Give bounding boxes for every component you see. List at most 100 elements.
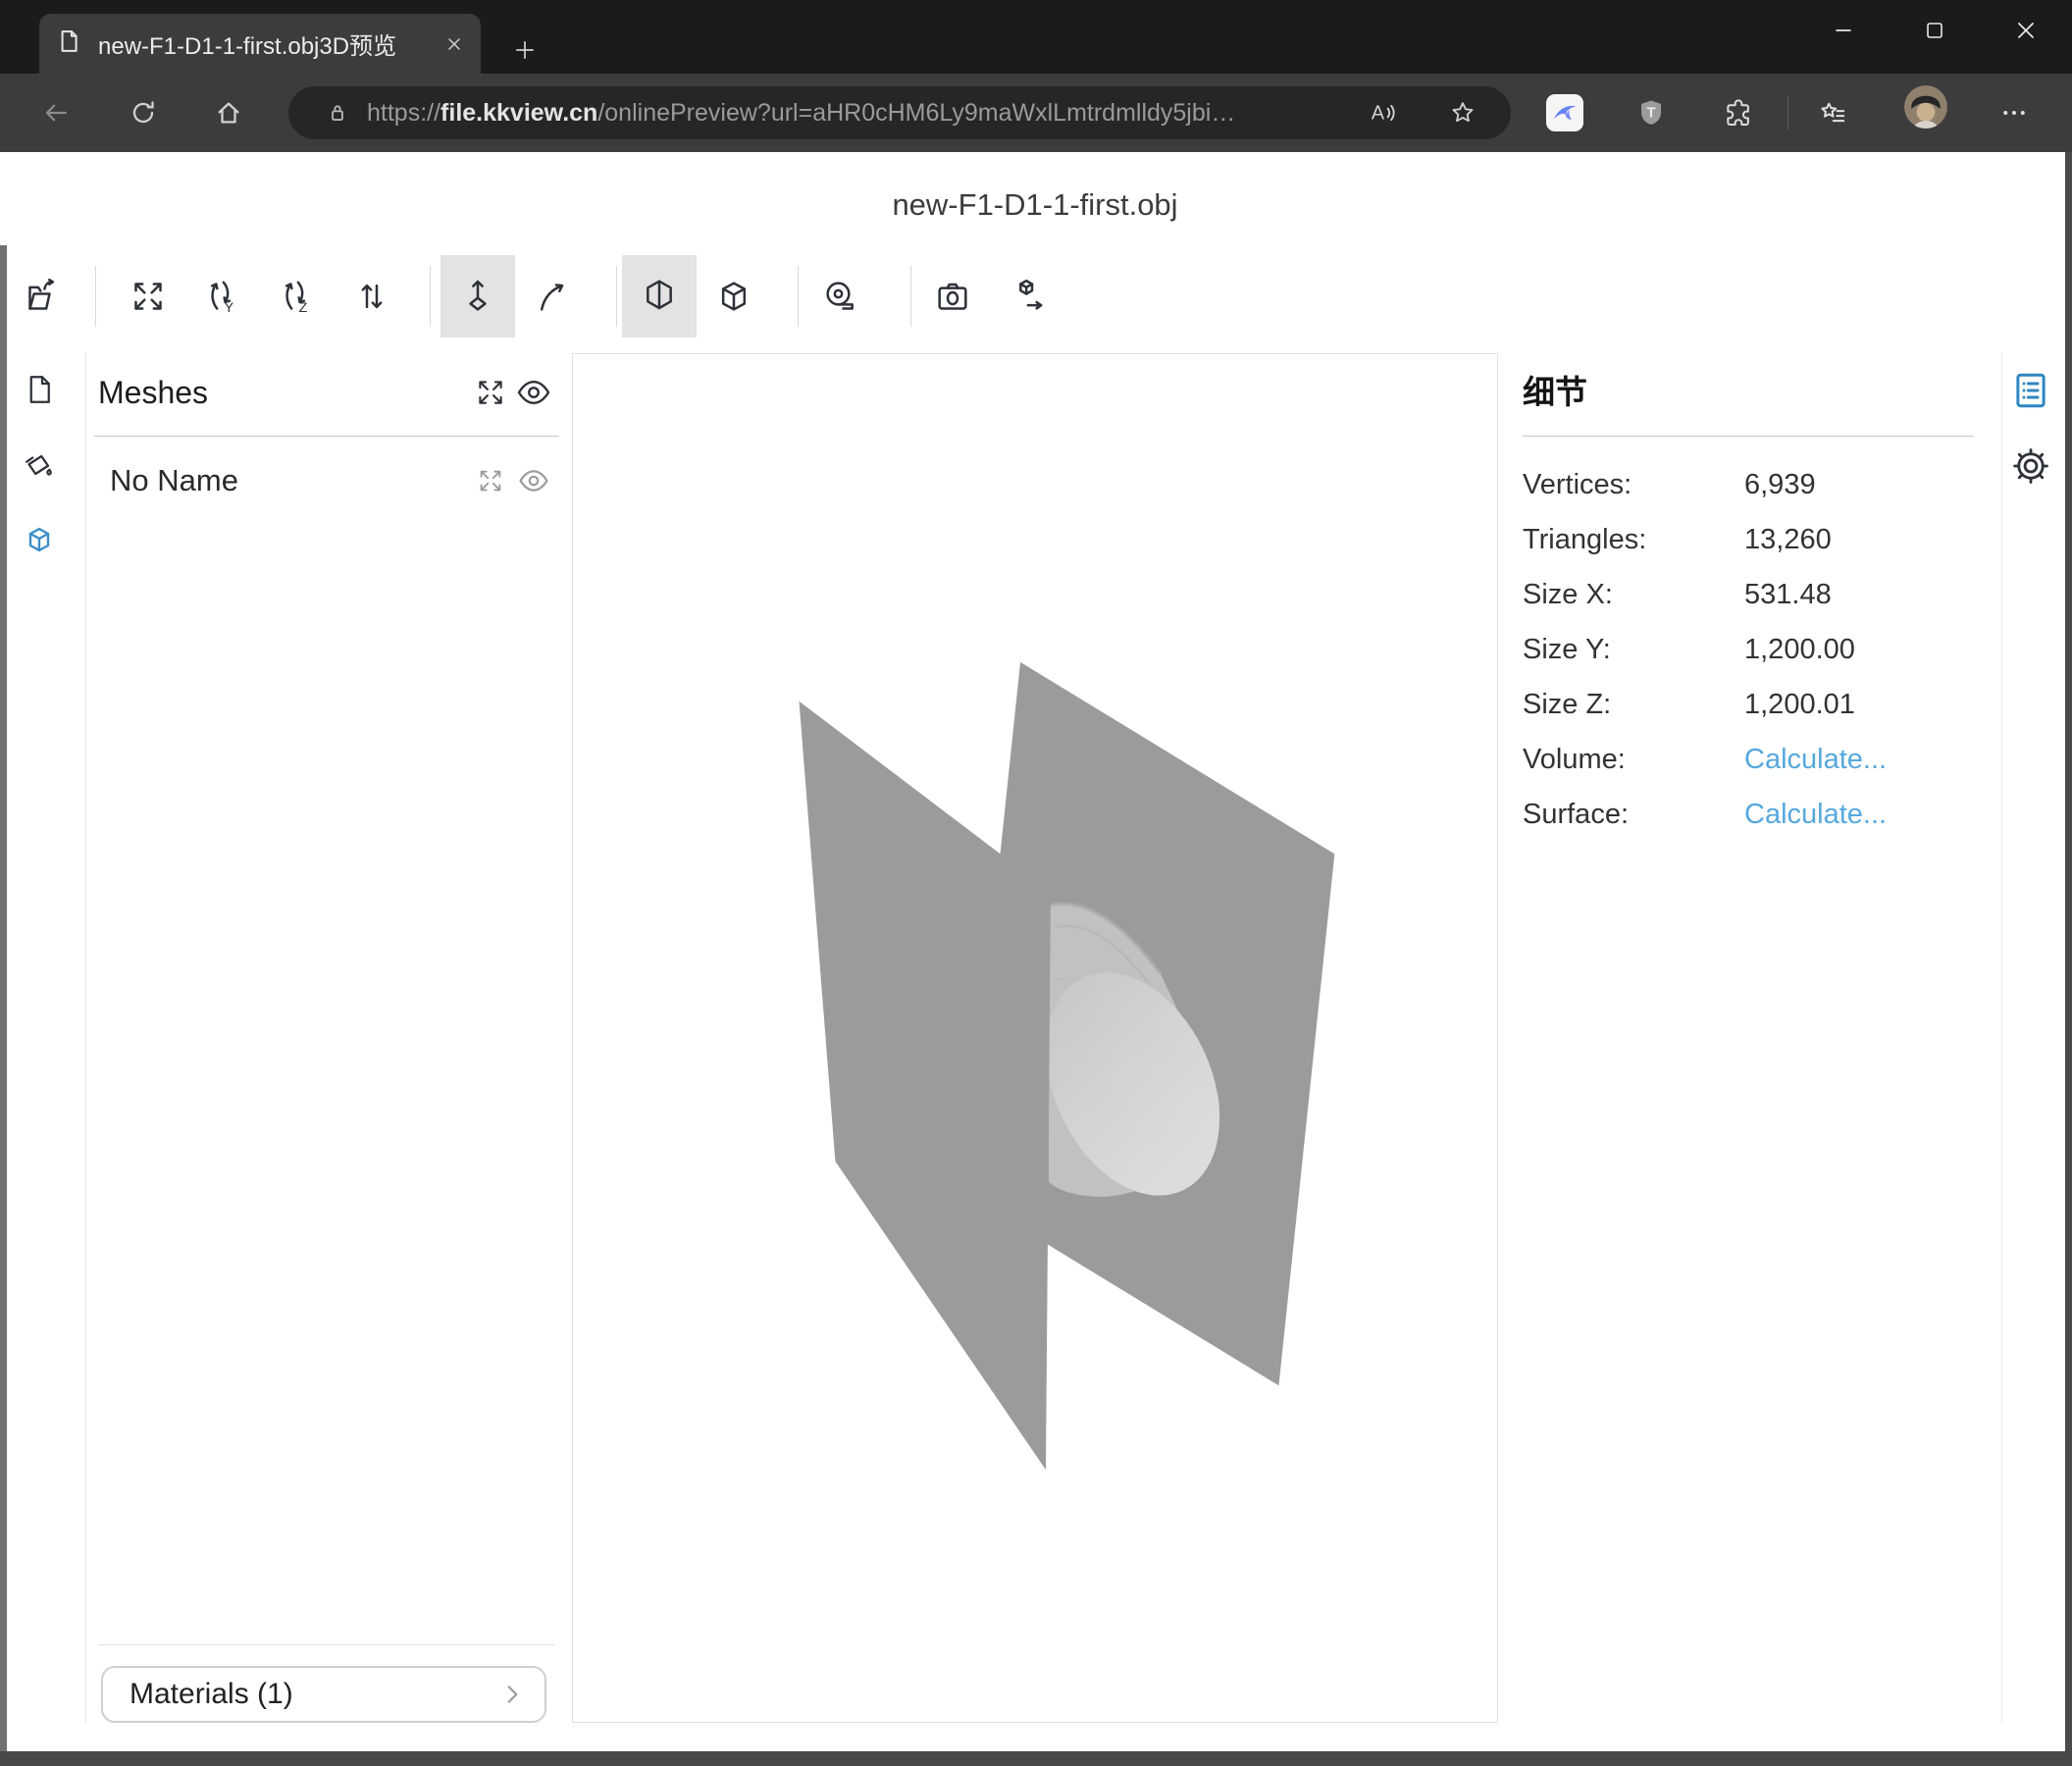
open-file-icon [23,277,62,316]
toolbar-divider [798,266,799,327]
detail-row-size-z: Size Z: 1,200.01 [1523,677,1974,732]
detail-value: 1,200.01 [1744,677,1855,732]
meshes-fit-all-button[interactable] [469,371,512,414]
details-header-divider [1523,436,1974,437]
volume-calculate-link[interactable]: Calculate... [1744,732,1887,787]
list-document-icon [2010,370,2051,411]
page-right-edge [2065,152,2072,1766]
extensions-button[interactable] [1715,89,1762,136]
materials-divider [98,1644,555,1645]
cube-icon [22,522,57,557]
materials-button[interactable]: Materials (1) [101,1666,546,1723]
shield-t-icon: T [1635,97,1667,129]
model-tab-button[interactable] [16,516,63,563]
tab-favicon-document-icon [55,27,82,60]
details-header: 细节 [1523,366,1587,419]
mesh-visibility-button[interactable] [512,459,555,502]
wireframe-box-button[interactable] [697,255,771,338]
puzzle-icon [1723,97,1754,129]
detail-label: Size Y: [1523,622,1611,677]
star-icon [1449,99,1476,127]
3d-model-render [573,354,1497,1722]
viewer-page: new-F1-D1-1-first.obj Y [0,152,2072,1766]
navbar-divider [1787,96,1788,130]
detail-label: Vertices: [1523,457,1632,512]
browser-menu-button[interactable] [1991,89,2038,136]
profile-avatar[interactable] [1904,85,1947,129]
toolbar-divider [95,266,96,327]
extension-thunder-button[interactable] [1541,89,1588,136]
window-minimize-button[interactable] [1812,0,1875,61]
browser-window: new-F1-D1-1-first.obj3D预览 [0,0,2072,1766]
surface-calculate-link[interactable]: Calculate... [1744,787,1887,842]
expand-arrows-icon [474,376,507,409]
url-text[interactable]: https://file.kkview.cn/onlinePreview?url… [367,86,1348,139]
meshes-header-divider [94,436,559,437]
home-icon [214,98,243,128]
new-tab-button[interactable] [502,27,547,73]
lock-icon[interactable] [314,89,361,136]
materials-tab-button[interactable] [16,442,63,489]
window-close-button[interactable] [1994,0,2057,61]
browser-navbar: https://file.kkview.cn/onlinePreview?url… [0,74,2072,152]
measure-button[interactable] [803,255,878,338]
svg-text:A: A [1372,102,1385,124]
read-aloud-icon: A [1368,98,1397,128]
meshes-header: Meshes [98,375,469,411]
open-file-button[interactable] [5,255,79,338]
mesh-fit-button[interactable] [469,459,512,502]
meshes-visibility-button[interactable] [512,371,555,414]
thunder-bird-icon [1546,94,1583,131]
settings-tab-button[interactable] [2008,443,2053,489]
browser-tab[interactable]: new-F1-D1-1-first.obj3D预览 [39,14,481,74]
toolbar-divider [910,266,911,327]
browser-titlebar: new-F1-D1-1-first.obj3D预览 [0,0,2072,74]
right-rail-divider [2001,353,2002,1723]
favorites-hub-button[interactable] [1809,89,1856,136]
detail-row-vertices: Vertices: 6,939 [1523,457,1974,512]
chevron-right-icon [499,1682,525,1707]
screenshot-button[interactable] [915,255,990,338]
meshes-panel: Meshes No Name [98,152,555,1766]
export-model-button[interactable] [990,255,1064,338]
read-aloud-button[interactable]: A [1359,89,1406,136]
detail-value: 6,939 [1744,457,1816,512]
window-maximize-button[interactable] [1903,0,1966,61]
detail-label: Surface: [1523,787,1629,842]
refresh-button[interactable] [120,89,167,136]
3d-viewport[interactable] [572,353,1498,1723]
shaded-view-button[interactable] [622,255,697,338]
tab-close-icon[interactable] [438,27,471,61]
mesh-list-item[interactable]: No Name [98,454,555,507]
refresh-icon [129,98,158,128]
back-button[interactable] [32,89,79,136]
eye-icon [517,464,550,497]
paint-bucket-icon [22,447,57,483]
detail-row-size-y: Size Y: 1,200.00 [1523,622,1974,677]
avatar-photo [1904,85,1947,129]
detail-row-volume: Volume: Calculate... [1523,732,1974,787]
detail-value: 531.48 [1744,567,1832,622]
extension-tampermonkey-button[interactable]: T [1628,89,1675,136]
eye-icon [515,374,552,411]
address-bar[interactable]: https://file.kkview.cn/onlinePreview?url… [288,86,1511,139]
gear-icon [2010,445,2051,487]
mesh-name: No Name [98,463,469,498]
file-info-tab-button[interactable] [16,366,63,413]
home-button[interactable] [205,89,252,136]
camera-icon [933,277,972,316]
favorite-star-button[interactable] [1439,89,1486,136]
details-tab-button[interactable] [2008,368,2053,413]
detail-label: Volume: [1523,732,1626,787]
svg-text:T: T [1647,106,1656,122]
detail-label: Size X: [1523,567,1613,622]
detail-row-size-x: Size X: 531.48 [1523,567,1974,622]
tab-title: new-F1-D1-1-first.obj3D预览 [98,26,438,61]
detail-value: 13,260 [1744,512,1832,567]
details-rows: Vertices: 6,939 Triangles: 13,260 Size X… [1523,457,1974,842]
url-host: file.kkview.cn [440,99,597,127]
detail-label: Triangles: [1523,512,1646,567]
shaded-solid-icon [640,277,679,316]
page-title: new-F1-D1-1-first.obj [572,187,1498,223]
detail-row-surface: Surface: Calculate... [1523,787,1974,842]
